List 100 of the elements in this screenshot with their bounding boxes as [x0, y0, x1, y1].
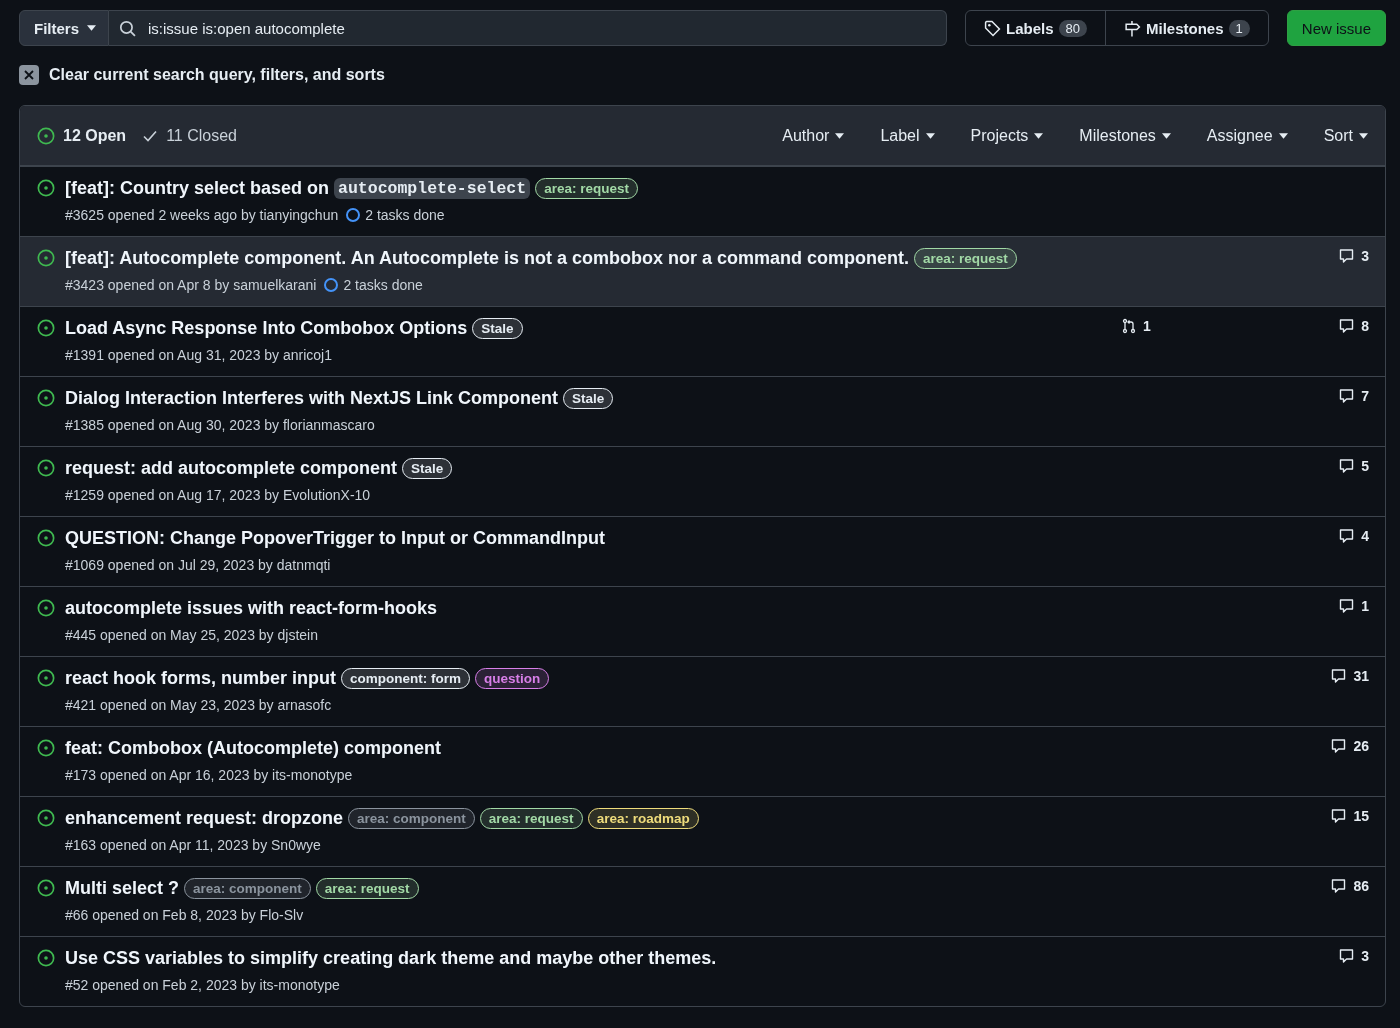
comment-icon [1330, 878, 1348, 894]
issue-title[interactable]: Load Async Response Into Combobox Options [65, 318, 468, 339]
caret-icon [1278, 132, 1288, 139]
code-snippet: autocomplete-select [334, 178, 531, 199]
issue-title[interactable]: react hook forms, number input [65, 668, 337, 689]
tasks-done: 2 tasks done [343, 277, 423, 293]
milestones-button[interactable]: Milestones 1 [1105, 11, 1268, 45]
issue-label[interactable]: area: component [348, 808, 475, 829]
issue-meta: #421 opened on May 23, 2023 by arnasofc [65, 697, 332, 713]
close-icon[interactable] [19, 65, 39, 85]
comment-icon [1338, 388, 1356, 404]
issue-meta: #66 opened on Feb 8, 2023 by Flo-Slv [65, 907, 304, 923]
filter-dropdown[interactable]: Milestones [1079, 126, 1171, 145]
comment-count[interactable]: 86 [1353, 878, 1369, 894]
open-circle-icon [37, 879, 55, 897]
issue-label[interactable]: area: request [914, 248, 1017, 269]
issue-label[interactable]: Stale [563, 388, 614, 409]
comment-count[interactable]: 4 [1361, 528, 1369, 544]
issue-meta: #1391 opened on Aug 31, 2023 by anricoj1 [65, 347, 332, 363]
issue-row[interactable]: request: add autocomplete component Stale #1259 opened on Aug 17, 2023 by EvolutionX-10 5 [20, 446, 1385, 516]
issue-title[interactable]: feat: Combobox (Autocomplete) component [65, 738, 441, 759]
issue-label[interactable]: area: request [315, 878, 419, 899]
issue-label[interactable]: area: request [535, 178, 638, 199]
issue-label[interactable]: component: form [341, 668, 471, 689]
issue-title[interactable]: Dialog Interaction Interferes with NextJS Link Component [65, 388, 559, 409]
open-circle-icon [37, 389, 55, 407]
filter-dropdown[interactable]: Projects [970, 126, 1044, 145]
issue-row[interactable]: react hook forms, number input component: form question #421 opened on May 23, 2023 by arnasofc 31 [20, 656, 1385, 726]
issue-title[interactable]: Use CSS variables to simplify creating dark theme and maybe other themes. [65, 948, 717, 969]
open-circle-icon [37, 739, 55, 757]
caret-icon [1161, 132, 1171, 139]
comment-icon [1338, 458, 1356, 474]
open-circle-icon [37, 949, 55, 967]
filters-button[interactable]: Filters [19, 10, 109, 46]
filter-dropdown[interactable]: Sort [1323, 126, 1368, 145]
comment-count[interactable]: 1 [1361, 598, 1369, 614]
comment-icon [1338, 528, 1356, 544]
progress-ring-icon [324, 278, 339, 292]
clear-filters-link[interactable]: Clear current search query, filters, and sorts [49, 66, 385, 84]
signpost-icon [1124, 19, 1142, 37]
comment-icon [1338, 948, 1356, 964]
filter-dropdown[interactable]: Label [880, 126, 935, 145]
comment-count[interactable]: 3 [1361, 248, 1369, 264]
issue-title[interactable]: [feat]: Autocomplete component. An Autocomplete is not a combobox nor a command component. [65, 248, 910, 269]
issue-title[interactable]: request: add autocomplete component [65, 458, 398, 479]
open-circle-icon [37, 249, 55, 267]
new-issue-button[interactable]: New issue [1286, 10, 1386, 46]
caret-icon [835, 132, 845, 139]
issue-row[interactable]: Use CSS variables to simplify creating dark theme and maybe other themes. #52 opened on Feb 2, 2023 by its-monotype 3 [20, 936, 1385, 1006]
issue-title[interactable]: Multi select ? [65, 878, 180, 899]
comment-count[interactable]: 8 [1361, 318, 1369, 334]
issue-row[interactable]: enhancement request: dropzone area: component area: request area: roadmap #163 opened on Apr 11, 2023 by Sn0wye 15 [20, 796, 1385, 866]
search-input[interactable]: is:issue is:open autocomplete [146, 18, 947, 38]
comment-count[interactable]: 31 [1353, 668, 1369, 684]
comment-count[interactable]: 3 [1361, 948, 1369, 964]
issue-meta: #173 opened on Apr 16, 2023 by its-monotype [65, 767, 353, 783]
state-tab[interactable]: 11 Closed [142, 126, 237, 145]
issue-title[interactable]: [feat]: Country select based on [65, 178, 330, 199]
issue-title[interactable]: enhancement request: dropzone [65, 808, 344, 829]
issue-row[interactable]: QUESTION: Change PopoverTrigger to Input or CommandInput #1069 opened on Jul 29, 2023 by datnmqti 4 [20, 516, 1385, 586]
issue-row[interactable]: autocomplete issues with react-form-hooks #445 opened on May 25, 2023 by djstein 1 [20, 586, 1385, 656]
state-tab[interactable]: 12 Open [37, 126, 127, 145]
issue-row[interactable]: Multi select ? area: component area: request #66 opened on Feb 8, 2023 by Flo-Slv 86 [20, 866, 1385, 936]
comment-count[interactable]: 5 [1361, 458, 1369, 474]
issue-meta: #1385 opened on Aug 30, 2023 by florianmascaro [65, 417, 375, 433]
search-icon [119, 19, 136, 37]
issue-label[interactable]: area: component [184, 878, 311, 899]
open-circle-icon [37, 669, 55, 687]
tag-icon [984, 19, 1002, 37]
issue-row[interactable]: [feat]: Autocomplete component. An Autocomplete is not a combobox nor a command component. area: request #3423 opened on Apr 8 by samuelkarani 2 tasks done 3 [20, 236, 1385, 306]
issue-label[interactable]: area: request [479, 808, 583, 829]
comment-count[interactable]: 15 [1353, 808, 1369, 824]
issue-title[interactable]: autocomplete issues with react-form-hooks [65, 598, 438, 619]
tasks-done: 2 tasks done [365, 207, 445, 223]
open-circle-icon [37, 459, 55, 477]
filter-dropdown[interactable]: Assignee [1206, 126, 1288, 145]
issue-label[interactable]: question [475, 668, 550, 689]
caret-icon [1034, 132, 1044, 139]
issue-meta: #163 opened on Apr 11, 2023 by Sn0wye [65, 837, 321, 853]
comment-count[interactable]: 7 [1361, 388, 1369, 404]
issue-row[interactable]: feat: Combobox (Autocomplete) component #173 opened on Apr 16, 2023 by its-monotype 26 [20, 726, 1385, 796]
issue-meta: #1259 opened on Aug 17, 2023 by EvolutionX-10 [65, 487, 371, 503]
issue-meta: #3625 opened 2 weeks ago by tianyingchun [65, 207, 339, 223]
comment-icon [1338, 318, 1356, 334]
comment-count[interactable]: 26 [1353, 738, 1369, 754]
caret-icon [925, 132, 935, 139]
issue-title[interactable]: QUESTION: Change PopoverTrigger to Input or CommandInput [65, 528, 605, 549]
issue-label[interactable]: Stale [472, 318, 523, 339]
open-circle-icon [37, 529, 55, 547]
issue-row[interactable]: Dialog Interaction Interferes with NextJS Link Component Stale #1385 opened on Aug 30, 2023 by florianmascaro 7 [20, 376, 1385, 446]
filter-dropdown[interactable]: Author [782, 126, 845, 145]
search-field[interactable]: is:issue is:open autocomplete [109, 10, 948, 46]
issue-meta: #52 opened on Feb 2, 2023 by its-monotype [65, 977, 340, 993]
issue-label[interactable]: area: roadmap [587, 808, 699, 829]
pull-request-icon [1121, 318, 1137, 334]
progress-ring-icon [346, 208, 361, 222]
issue-label[interactable]: Stale [402, 458, 453, 479]
labels-button[interactable]: Labels 80 [966, 11, 1106, 45]
open-circle-icon [37, 809, 55, 827]
issue-row[interactable]: Load Async Response Into Combobox Options Stale #1391 opened on Aug 31, 2023 by anricoj1 1 8 [20, 306, 1385, 376]
